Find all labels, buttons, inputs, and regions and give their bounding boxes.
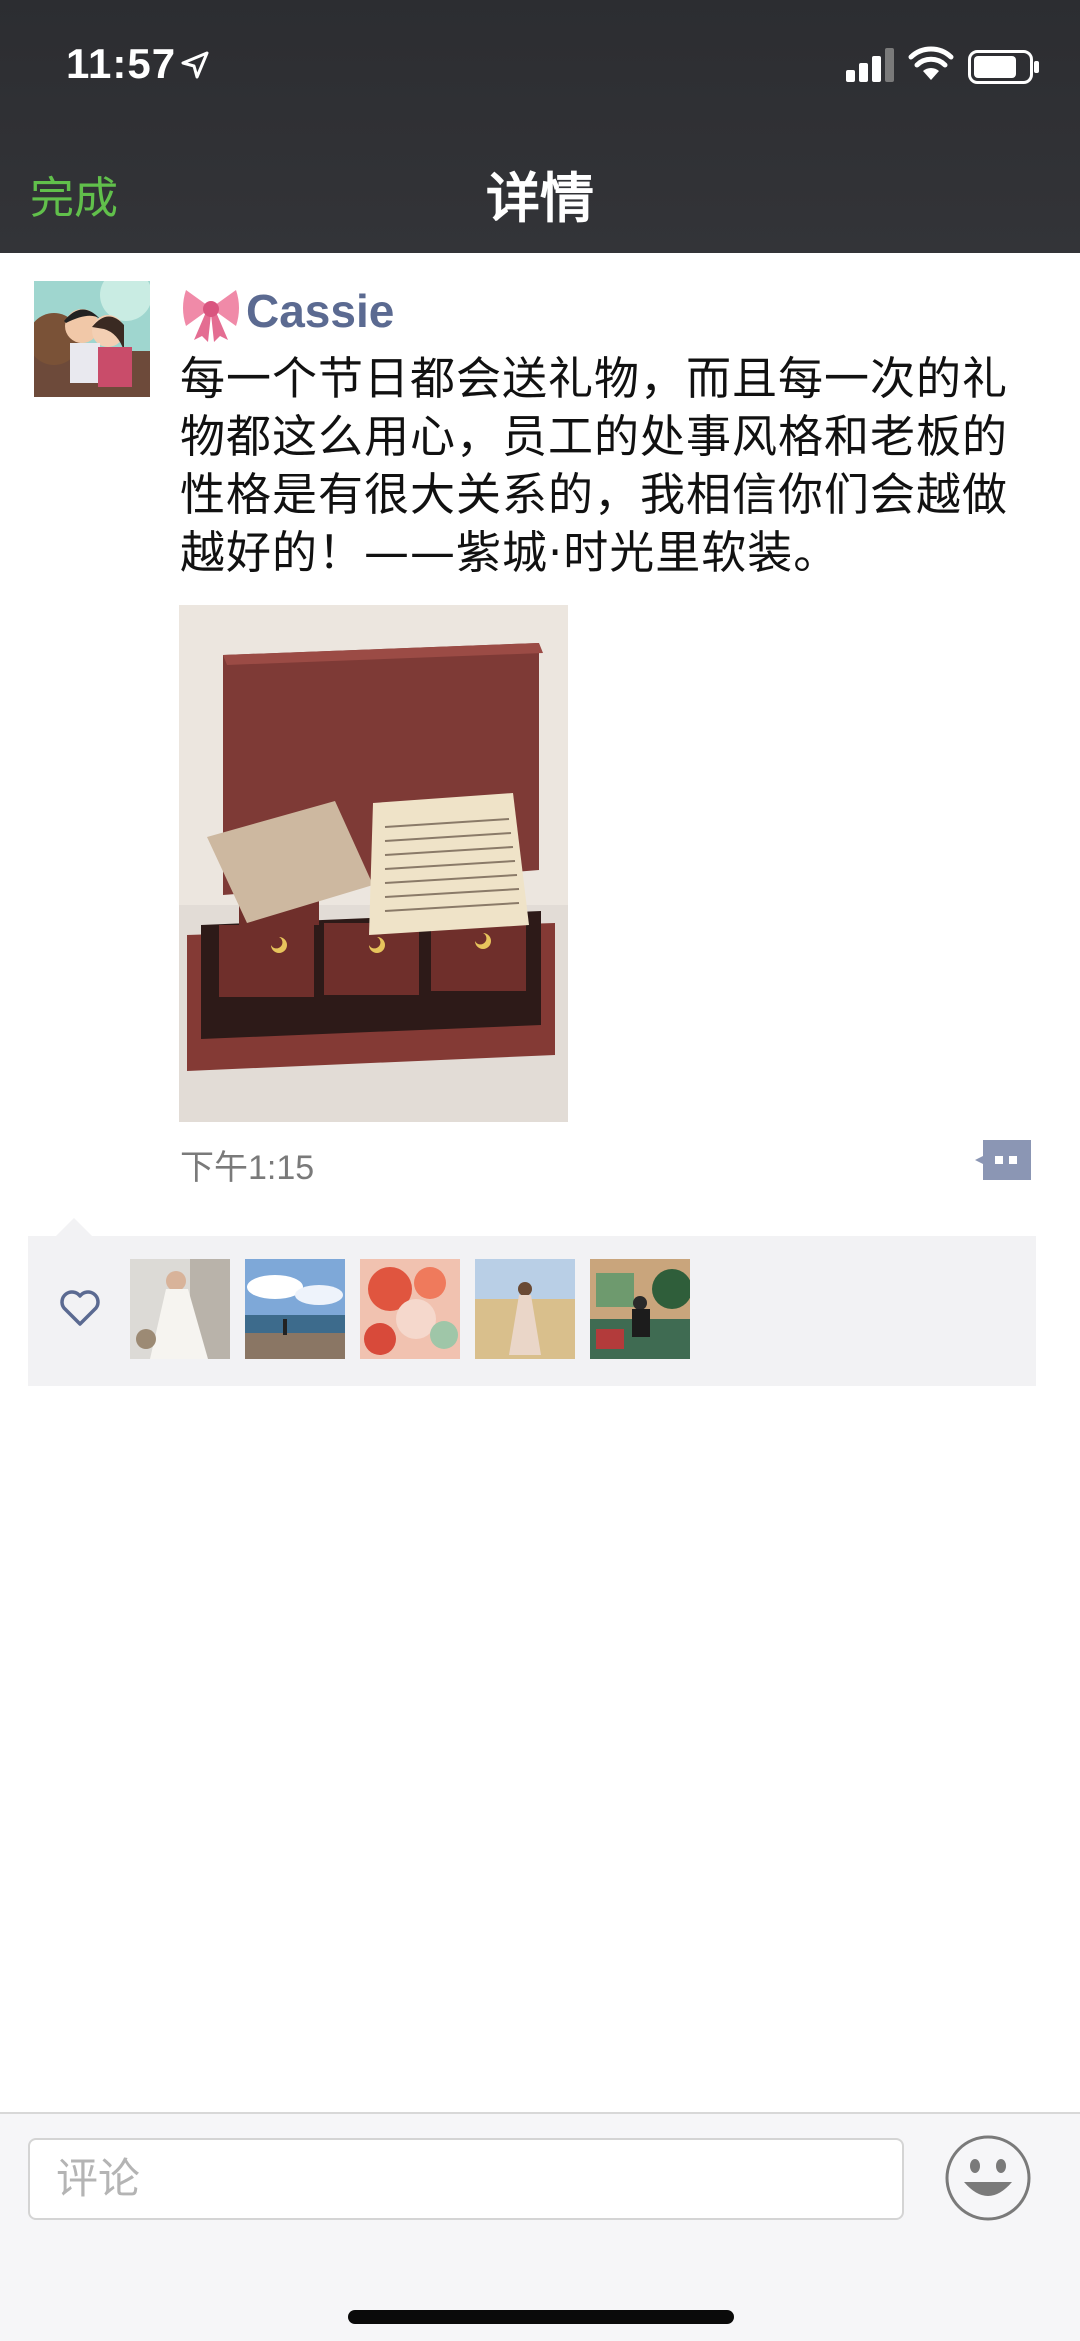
username: Cassie — [246, 285, 395, 337]
likes-arrow — [56, 1218, 92, 1236]
gift-box-photo — [179, 605, 568, 1122]
emoji-icon[interactable] — [944, 2134, 1032, 2222]
more-options-icon[interactable] — [975, 1140, 1031, 1180]
status-time: 11:57 — [66, 40, 177, 87]
liker-avatar[interactable] — [475, 1259, 575, 1359]
avatar[interactable] — [34, 281, 150, 397]
post-text: 每一个节日都会送礼物，而且每一次的礼物都这么用心，员工的处事风格和老板的性格是有… — [180, 352, 1009, 579]
signal-icon — [846, 48, 894, 82]
page-title: 详情 — [486, 167, 594, 230]
post-photo[interactable] — [179, 605, 568, 1122]
likes-panel — [28, 1236, 1036, 1386]
liker-avatar[interactable] — [245, 1259, 345, 1359]
post-time: 下午1:15 — [180, 1149, 315, 1187]
liker-avatar[interactable] — [130, 1259, 230, 1359]
comment-bar: 评论 — [0, 2112, 1080, 2341]
battery-icon — [968, 50, 1039, 84]
liker-avatar[interactable] — [360, 1259, 460, 1359]
wifi-icon — [908, 46, 954, 80]
location-arrow-icon — [181, 51, 209, 79]
top-bar: 11:57 完成 详情 — [0, 0, 1080, 253]
comment-input[interactable]: 评论 — [28, 2138, 904, 2220]
avatar-image — [34, 281, 150, 397]
liker-avatar[interactable] — [590, 1259, 690, 1359]
heart-icon — [60, 1290, 100, 1326]
home-indicator[interactable] — [348, 2310, 734, 2324]
bow-icon — [183, 290, 239, 342]
